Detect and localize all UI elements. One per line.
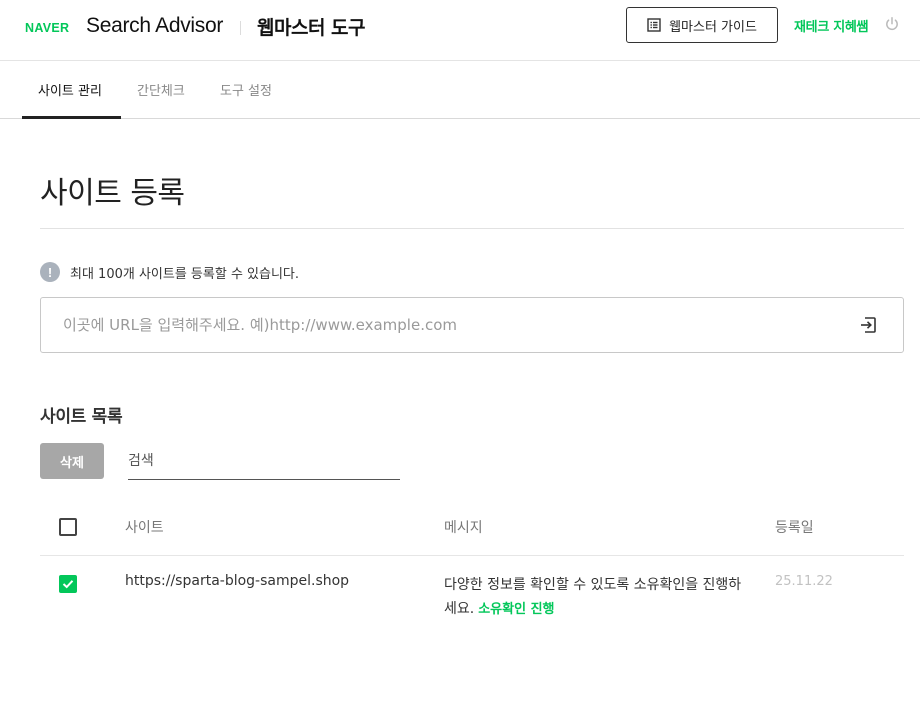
table-row: https://sparta-blog-sampel.shop 다양한 정보를 … [40, 556, 904, 626]
product-name[interactable]: Search Advisor [86, 14, 223, 38]
row-message: 다양한 정보를 확인할 수 있도록 소유확인을 진행하세요. 소유확인 진행 [444, 573, 754, 622]
tool-name[interactable]: 웹마스터 도구 [257, 13, 366, 40]
notice-text: 최대 100개 사이트를 등록할 수 있습니다. [70, 266, 300, 282]
webmaster-guide-label: 웹마스터 가이드 [669, 19, 757, 35]
title-divider [40, 228, 904, 229]
column-message: 메시지 [444, 520, 483, 536]
check-icon [62, 580, 74, 589]
webmaster-guide-button[interactable]: 웹마스터 가이드 [626, 7, 778, 43]
url-input[interactable] [63, 298, 843, 352]
select-all-checkbox[interactable] [59, 518, 77, 536]
delete-button[interactable]: 삭제 [40, 443, 104, 479]
site-url[interactable]: https://sparta-blog-sampel.shop [125, 573, 349, 589]
site-list-title: 사이트 목록 [40, 407, 123, 427]
tab-site-management[interactable]: 사이트 관리 [38, 62, 102, 119]
table-header: 사이트 메시지 등록일 [40, 500, 904, 556]
document-list-icon [647, 18, 661, 32]
active-tab-indicator [22, 116, 121, 119]
enter-icon[interactable] [858, 315, 878, 335]
info-icon: ! [40, 262, 60, 282]
url-input-box [40, 297, 904, 353]
column-date: 등록일 [775, 520, 814, 536]
tab-quick-check[interactable]: 간단체크 [137, 62, 185, 119]
search-input[interactable] [128, 443, 400, 480]
column-site: 사이트 [125, 520, 164, 536]
verify-ownership-link[interactable]: 소유확인 진행 [478, 602, 554, 617]
naver-logo[interactable]: NAVER [25, 21, 69, 35]
header-divider [240, 21, 241, 35]
registered-date: 25.11.22 [775, 574, 833, 589]
user-name[interactable]: 재테크 지혜쌤 [794, 16, 868, 35]
power-icon[interactable] [884, 16, 900, 32]
tab-tool-settings[interactable]: 도구 설정 [220, 62, 272, 119]
main-tabs: 사이트 관리 간단체크 도구 설정 [0, 62, 920, 119]
top-header: NAVER Search Advisor 웹마스터 도구 웹마스터 가이드 재테… [0, 0, 920, 61]
notice: ! 최대 100개 사이트를 등록할 수 있습니다. [40, 262, 299, 282]
row-checkbox[interactable] [59, 575, 77, 593]
page-title: 사이트 등록 [40, 176, 185, 211]
